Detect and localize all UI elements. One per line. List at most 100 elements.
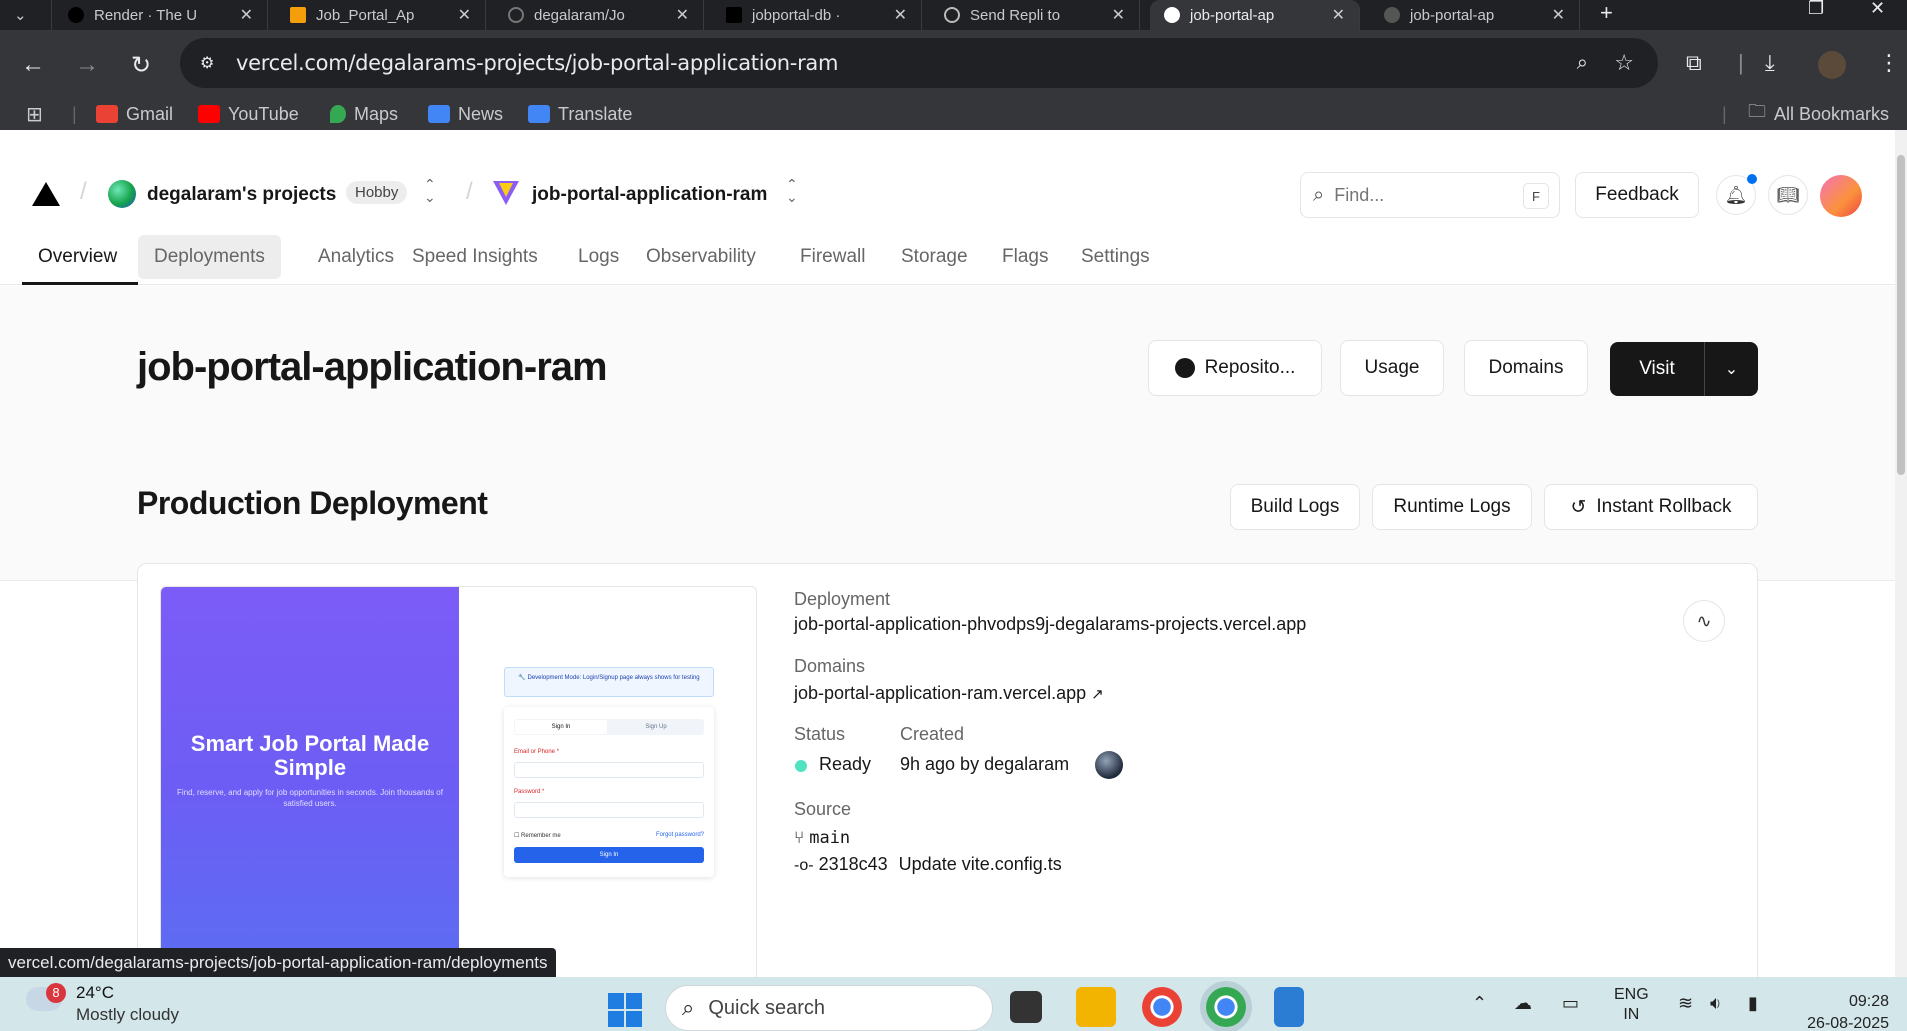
new-tab-plus-icon[interactable]: + [1600, 0, 1613, 26]
taskbar-search[interactable]: ⌕ Quick search [665, 985, 993, 1031]
zoom-icon[interactable]: ⌕ [1577, 52, 1588, 75]
chevron-down-icon[interactable]: ⌄ [1705, 359, 1758, 379]
tab-title: degalaram/Jo [534, 6, 625, 24]
project-switcher-icon[interactable]: ⌃ ⌄ [786, 177, 798, 204]
bookmark-translate[interactable]: Translate [528, 98, 632, 130]
file-explorer-icon[interactable] [1076, 987, 1116, 1027]
domains-button[interactable]: Domains [1464, 340, 1588, 396]
bookmark-star-icon[interactable]: ☆ [1614, 50, 1634, 76]
close-icon[interactable]: ✕ [1112, 5, 1125, 25]
volume-icon[interactable]: 🔉︎ [1710, 993, 1721, 1014]
browser-tab[interactable]: Render · The U ✕ [54, 0, 268, 30]
close-window-icon[interactable]: ✕ [1870, 0, 1885, 19]
windows-start-icon[interactable] [608, 993, 642, 1027]
tab-firewall[interactable]: Firewall [784, 235, 881, 279]
build-logs-button[interactable]: Build Logs [1230, 484, 1360, 530]
docs-book-icon[interactable]: 📖︎ [1768, 175, 1808, 215]
team-switcher-icon[interactable]: ⌃ ⌄ [424, 177, 436, 204]
system-clock[interactable]: 09:28 26-08-2025 [1797, 991, 1889, 1031]
more-menu-icon[interactable]: ⋮ [1878, 50, 1900, 76]
close-icon[interactable]: ✕ [1552, 5, 1565, 25]
scrollbar-thumb[interactable] [1897, 155, 1905, 475]
deployment-preview-screenshot[interactable]: Smart Job Portal Made Simple Find, reser… [160, 586, 757, 977]
profile-avatar[interactable] [1818, 51, 1846, 79]
reload-icon[interactable]: ↻ [126, 50, 156, 80]
repository-button[interactable]: Reposito... [1148, 340, 1322, 396]
download-icon[interactable]: ⤓ [1765, 50, 1775, 76]
address-url[interactable]: vercel.com/degalarams-projects/job-porta… [236, 51, 838, 75]
close-icon[interactable]: ✕ [1332, 5, 1345, 25]
preview-hero-title: Smart Job Portal Made Simple [190, 731, 430, 780]
team-name[interactable]: degalaram's projects [147, 184, 336, 206]
close-icon[interactable]: ✕ [676, 5, 689, 25]
activity-pulse-icon[interactable]: ∿ [1683, 600, 1725, 642]
tab-logs[interactable]: Logs [562, 235, 635, 279]
domain-link[interactable]: job-portal-application-ram.vercel.app ↗ [794, 683, 1104, 704]
tab-overview[interactable]: Overview [22, 235, 133, 279]
tray-chevron-up-icon[interactable]: ⌃ [1472, 993, 1487, 1014]
site-info-icon[interactable]: ⚙ [200, 53, 222, 73]
browser-tab[interactable]: Send Repli to ✕ [930, 0, 1140, 30]
tab-flags[interactable]: Flags [986, 235, 1064, 279]
extensions-icon[interactable]: ⧉ [1686, 50, 1702, 76]
close-icon[interactable]: ✕ [458, 5, 471, 25]
all-bookmarks[interactable]: 🗀 All Bookmarks [1748, 98, 1889, 130]
notepad-icon[interactable] [1274, 987, 1304, 1027]
battery-icon[interactable]: ▮ [1748, 993, 1758, 1014]
runtime-logs-button[interactable]: Runtime Logs [1372, 484, 1532, 530]
chrome-active-icon[interactable] [1206, 987, 1246, 1027]
browser-tab[interactable]: job-portal-ap ✕ [1370, 0, 1580, 30]
preview-email-label: Email or Phone * [514, 749, 560, 755]
onedrive-cloud-icon[interactable]: ☁ [1514, 993, 1532, 1014]
tab-observability[interactable]: Observability [630, 235, 772, 279]
language-indicator[interactable]: ENG IN [1614, 985, 1649, 1025]
browser-tab[interactable]: jobportal-db · ✕ [712, 0, 922, 30]
usage-button[interactable]: Usage [1340, 340, 1444, 396]
visit-button[interactable]: Visit [1610, 358, 1704, 380]
bookmark-gmail[interactable]: Gmail [96, 98, 173, 130]
weather-description[interactable]: Mostly cloudy [76, 1005, 179, 1025]
search-input[interactable] [1334, 184, 1495, 206]
page-scrollbar[interactable] [1895, 130, 1907, 977]
project-name[interactable]: job-portal-application-ram [532, 184, 767, 206]
chrome-icon[interactable] [1142, 987, 1182, 1027]
find-search[interactable]: ⌕ F [1300, 172, 1560, 218]
external-link-icon: ↗ [1091, 686, 1104, 703]
feedback-button[interactable]: Feedback [1575, 172, 1699, 218]
display-icon[interactable]: ▭ [1562, 993, 1579, 1014]
restore-window-icon[interactable]: ❐ [1808, 0, 1824, 19]
tab-title: Send Repli to [970, 6, 1061, 24]
tab-settings[interactable]: Settings [1065, 235, 1166, 279]
team-avatar[interactable] [108, 180, 136, 208]
close-icon[interactable]: ✕ [240, 5, 253, 25]
address-bar[interactable]: ⚙ vercel.com/degalarams-projects/job-por… [180, 38, 1658, 88]
tab-analytics[interactable]: Analytics [302, 235, 410, 279]
taskview-app-icon[interactable] [1010, 991, 1042, 1023]
tab-storage[interactable]: Storage [885, 235, 984, 279]
vercel-logo-icon[interactable] [32, 182, 60, 206]
tab-search-button[interactable]: ⌄ [0, 0, 52, 30]
instant-rollback-button[interactable]: ↺ Instant Rollback [1544, 484, 1758, 530]
source-commit[interactable]: -o- 2318c43 Update vite.config.ts [794, 854, 1062, 875]
bookmark-maps[interactable]: Maps [330, 98, 398, 130]
search-icon: ⌕ [1313, 183, 1325, 206]
github-icon [1174, 358, 1195, 378]
browser-tab[interactable]: degalaram/Jo ✕ [494, 0, 704, 30]
back-arrow-icon[interactable]: ← [18, 50, 48, 80]
author-avatar[interactable] [1095, 751, 1123, 779]
apps-grid-icon[interactable]: ⊞ [26, 98, 43, 130]
translate-icon [528, 105, 550, 123]
source-branch[interactable]: ⑂ main [794, 827, 850, 848]
forward-arrow-icon[interactable]: → [72, 50, 102, 80]
browser-tab[interactable]: Job_Portal_Ap ✕ [276, 0, 486, 30]
user-avatar[interactable] [1820, 175, 1862, 217]
weather-temperature[interactable]: 24°C [76, 983, 114, 1003]
bookmark-news[interactable]: News [428, 98, 503, 130]
bookmark-youtube[interactable]: YouTube [198, 98, 299, 130]
deployment-url-link[interactable]: job-portal-application-phvodps9j-degalar… [794, 614, 1306, 635]
browser-tab-active[interactable]: job-portal-ap ✕ [1150, 0, 1360, 30]
tab-speed-insights[interactable]: Speed Insights [396, 235, 554, 279]
close-icon[interactable]: ✕ [894, 5, 907, 25]
tab-deployments[interactable]: Deployments [138, 235, 281, 279]
wifi-icon[interactable]: ≋ [1678, 993, 1693, 1014]
